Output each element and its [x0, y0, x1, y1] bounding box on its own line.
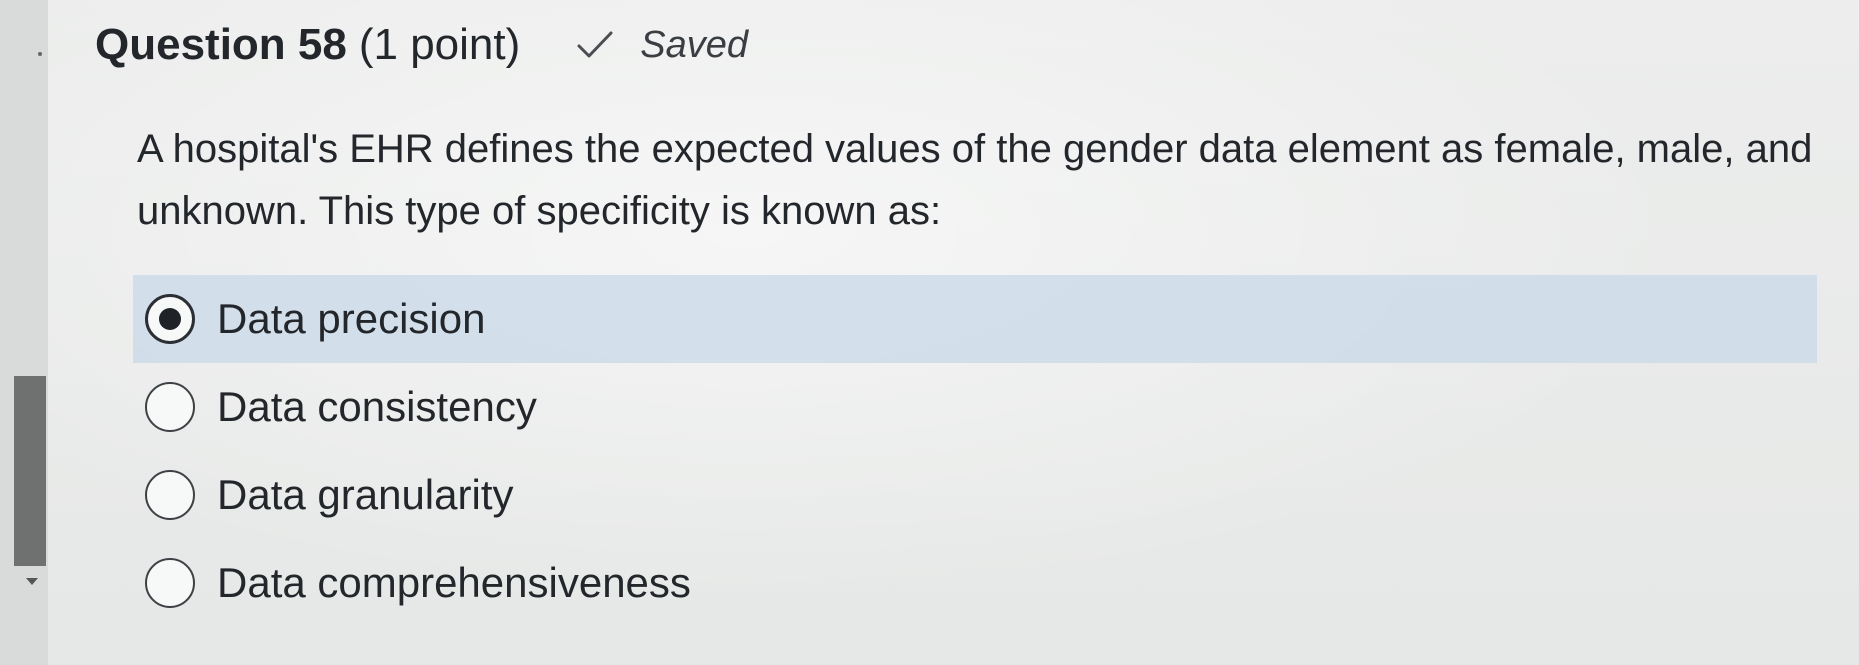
- question-title: Question 58: [95, 20, 347, 69]
- saved-label: Saved: [640, 23, 749, 66]
- question-points: (1 point): [358, 20, 521, 69]
- scroll-marker: [38, 52, 42, 56]
- scroll-down-arrow-icon[interactable]: [26, 578, 38, 585]
- radio-button[interactable]: [145, 382, 195, 432]
- option-label[interactable]: Data consistency: [217, 383, 537, 431]
- saved-status: Saved: [576, 24, 748, 67]
- question-header: Question 58 (1 point) Saved: [95, 20, 748, 70]
- option-label[interactable]: Data comprehensiveness: [217, 559, 691, 607]
- radio-button-selected[interactable]: [145, 294, 195, 344]
- radio-button[interactable]: [145, 470, 195, 520]
- check-icon: [577, 31, 613, 58]
- scrollbar[interactable]: [0, 0, 48, 665]
- radio-button[interactable]: [145, 558, 195, 608]
- option-data-comprehensiveness[interactable]: Data comprehensiveness: [137, 539, 1817, 627]
- scrollbar-thumb[interactable]: [14, 376, 46, 566]
- quiz-page: Question 58 (1 point) Saved A hospital's…: [0, 0, 1859, 665]
- option-data-consistency[interactable]: Data consistency: [137, 363, 1817, 451]
- option-data-granularity[interactable]: Data granularity: [137, 451, 1817, 539]
- option-label[interactable]: Data granularity: [217, 471, 513, 519]
- answer-options: Data precision Data consistency Data gra…: [133, 275, 1817, 627]
- option-label[interactable]: Data precision: [217, 295, 485, 343]
- option-data-precision[interactable]: Data precision: [133, 275, 1817, 363]
- question-prompt: A hospital's EHR defines the expected va…: [137, 127, 1813, 233]
